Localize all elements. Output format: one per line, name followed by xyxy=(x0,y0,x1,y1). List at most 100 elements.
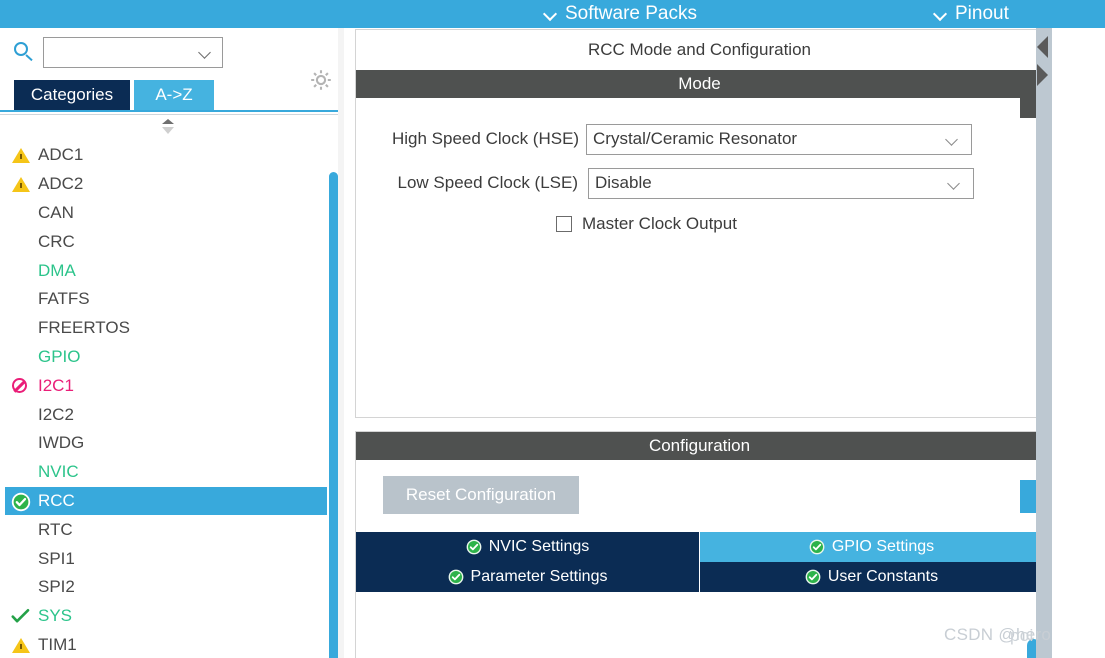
chevron-down-icon xyxy=(947,135,959,147)
list-item-label: ADC1 xyxy=(38,145,84,165)
tab-parameter-settings[interactable]: Parameter Settings xyxy=(356,562,700,592)
arrow-right-icon[interactable] xyxy=(1037,64,1048,86)
warning-triangle-icon xyxy=(10,174,34,194)
watermark-overlay: poi xyxy=(1010,626,1034,645)
lse-row: Low Speed Clock (LSE) Disable xyxy=(356,164,1043,202)
right-collapse-rail[interactable] xyxy=(1036,28,1052,658)
configuration-tabs: NVIC Settings GPIO Settings Parameter Se… xyxy=(356,532,1043,592)
tab-categories-label: Categories xyxy=(30,85,114,104)
page-title: RCC Mode and Configuration xyxy=(356,30,1043,70)
list-item-label: I2C1 xyxy=(38,375,74,395)
right-blank-area xyxy=(1052,28,1105,658)
caret-up-icon xyxy=(162,119,174,124)
tab-user-constants[interactable]: User Constants xyxy=(700,562,1043,592)
list-item-freertos[interactable]: FREERTOS xyxy=(5,314,327,343)
list-splitter-handle[interactable] xyxy=(158,116,178,138)
no-status-icon xyxy=(10,433,34,453)
list-item-crc[interactable]: CRC xyxy=(5,227,327,256)
tab-gpio-settings[interactable]: GPIO Settings xyxy=(700,532,1043,562)
warning-triangle-icon xyxy=(10,145,34,165)
list-item-rcc[interactable]: RCC xyxy=(5,486,327,516)
check-badge-icon xyxy=(805,569,821,585)
peripheral-list-container: ADC1 ADC2 CAN CRC DMA FATFS FREERTOS GPI… xyxy=(0,114,344,658)
caret-down-icon xyxy=(162,127,174,134)
list-item-adc2[interactable]: ADC2 xyxy=(5,170,327,199)
menu-pinout[interactable]: Pinout xyxy=(935,0,1009,28)
tab-categories[interactable]: Categories xyxy=(14,80,130,110)
peripheral-list: ADC1 ADC2 CAN CRC DMA FATFS FREERTOS GPI… xyxy=(5,141,327,653)
signals-area: Search Signals xyxy=(355,635,1044,658)
list-item-spi1[interactable]: SPI1 xyxy=(5,544,327,573)
list-item-tim1[interactable]: TIM1 xyxy=(5,631,327,653)
list-item-fatfs[interactable]: FATFS xyxy=(5,285,327,314)
top-menu-bar: Software Packs Pinout xyxy=(0,0,1105,28)
master-clock-output-label: Master Clock Output xyxy=(582,214,737,233)
peripherals-panel: Categories A->Z ADC1 ADC2 CAN CRC DMA FA… xyxy=(0,28,344,658)
hse-row: High Speed Clock (HSE) Crystal/Ceramic R… xyxy=(356,120,1043,158)
chevron-down-icon[interactable] xyxy=(200,48,212,60)
list-item-dma[interactable]: DMA xyxy=(5,256,327,285)
mode-panel: RCC Mode and Configuration Mode High Spe… xyxy=(355,29,1044,418)
search-icon xyxy=(14,42,36,64)
list-item-iwdg[interactable]: IWDG xyxy=(5,429,327,458)
search-combo[interactable] xyxy=(43,37,223,68)
no-status-icon xyxy=(10,577,34,597)
chevron-down-icon xyxy=(949,179,961,191)
menu-software-packs[interactable]: Software Packs xyxy=(545,0,697,28)
hse-value: Crystal/Ceramic Resonator xyxy=(593,129,798,148)
arrow-left-icon[interactable] xyxy=(1037,36,1048,58)
tab-underline xyxy=(0,110,344,112)
no-status-icon xyxy=(10,289,34,309)
list-item-spi2[interactable]: SPI2 xyxy=(5,573,327,602)
lse-label: Low Speed Clock (LSE) xyxy=(397,173,578,192)
tab-a-to-z[interactable]: A->Z xyxy=(134,80,214,110)
check-badge-icon xyxy=(809,539,825,555)
tab-a-to-z-label: A->Z xyxy=(155,85,193,104)
list-item-label: DMA xyxy=(38,260,76,280)
check-badge-icon xyxy=(448,569,464,585)
list-item-gpio[interactable]: GPIO xyxy=(5,343,327,372)
list-item-label: I2C2 xyxy=(38,404,74,424)
tab-nvic-settings-label: NVIC Settings xyxy=(488,538,590,555)
reset-configuration-button[interactable]: Reset Configuration xyxy=(383,476,579,514)
lse-dropdown[interactable]: Disable xyxy=(588,167,974,199)
list-item-label: IWDG xyxy=(38,433,85,453)
list-item-rtc[interactable]: RTC xyxy=(5,515,327,544)
list-item-i2c2[interactable]: I2C2 xyxy=(5,400,327,429)
menu-software-packs-label: Software Packs xyxy=(565,3,697,24)
tab-parameter-settings-label: Parameter Settings xyxy=(470,568,608,585)
configuration-tab-row-1: NVIC Settings GPIO Settings xyxy=(356,532,1043,562)
list-item-label: GPIO xyxy=(38,346,81,366)
list-item-label: RTC xyxy=(38,519,73,539)
peripheral-list-scrollbar[interactable] xyxy=(329,172,338,658)
lse-value: Disable xyxy=(595,173,652,192)
no-status-icon xyxy=(10,462,34,482)
no-status-icon xyxy=(10,520,34,540)
list-item-label: FATFS xyxy=(38,289,90,309)
tab-user-constants-label: User Constants xyxy=(827,568,939,585)
mode-body: High Speed Clock (HSE) Crystal/Ceramic R… xyxy=(356,98,1043,240)
tab-nvic-settings[interactable]: NVIC Settings xyxy=(356,532,700,562)
list-item-i2c1[interactable]: I2C1 xyxy=(5,371,327,400)
no-status-icon xyxy=(10,347,34,367)
list-item-sys[interactable]: SYS xyxy=(5,602,327,631)
hse-dropdown[interactable]: Crystal/Ceramic Resonator xyxy=(586,123,972,155)
list-item-adc1[interactable]: ADC1 xyxy=(5,141,327,170)
stm32cubemx-window: Software Packs Pinout Categories A->Z AD… xyxy=(0,0,1105,658)
no-status-icon xyxy=(10,549,34,569)
list-item-label: ADC2 xyxy=(38,174,84,194)
check-badge-icon xyxy=(10,491,34,512)
rail-marker-blue xyxy=(1020,480,1036,513)
watermark-text: CSDN @hero xyxy=(944,625,1052,644)
check-mark-icon xyxy=(10,606,34,626)
no-status-icon xyxy=(10,232,34,252)
list-item-label: TIM1 xyxy=(38,634,77,653)
list-item-label: SPI1 xyxy=(38,548,75,568)
list-item-label: CAN xyxy=(38,202,74,222)
list-item-can[interactable]: CAN xyxy=(5,199,327,228)
no-status-icon xyxy=(10,261,34,281)
chevron-down-icon xyxy=(935,8,947,20)
master-clock-output-checkbox[interactable] xyxy=(556,216,572,232)
search-input[interactable] xyxy=(49,41,203,66)
list-item-nvic[interactable]: NVIC xyxy=(5,458,327,487)
